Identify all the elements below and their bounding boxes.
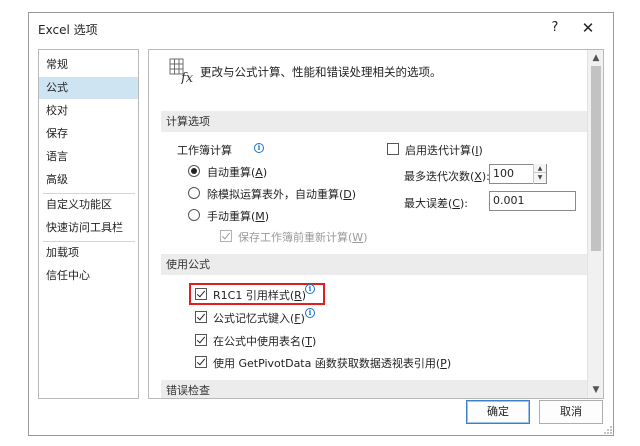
checkbox-getpivotdata[interactable] [195, 356, 207, 368]
checkbox-formula-autocomplete-label[interactable]: 公式记忆式键入(F) [213, 310, 305, 326]
checkbox-r1c1-label[interactable]: R1C1 引用样式(R) [213, 287, 306, 303]
radio-automatic[interactable] [188, 165, 200, 177]
radio-automatic-label[interactable]: 自动重算(A) [207, 164, 267, 180]
svg-text:fx: fx [180, 71, 194, 84]
info-icon[interactable]: i [254, 143, 264, 153]
checkbox-enable-iterative[interactable] [387, 143, 399, 155]
nav-item-customize-ribbon[interactable]: 自定义功能区 [39, 194, 138, 216]
radio-manual-label[interactable]: 手动重算(M) [207, 208, 269, 224]
info-icon[interactable]: i [305, 284, 315, 294]
ok-button[interactable]: 确定 [466, 400, 530, 424]
radio-automatic-except-tables[interactable] [188, 187, 200, 199]
radio-manual[interactable] [188, 209, 200, 221]
nav-item-formulas[interactable]: 公式 [39, 77, 138, 99]
options-nav: 常规 公式 校对 保存 语言 高级 自定义功能区 快速访问工具栏 加载项 信任中… [38, 49, 139, 399]
content-scrollbar[interactable]: ▲ ▼ [587, 50, 603, 398]
resize-grip-icon[interactable] [603, 425, 613, 435]
nav-item-advanced[interactable]: 高级 [39, 169, 138, 191]
max-iterations-value: 100 [493, 167, 514, 180]
intro-text: 更改与公式计算、性能和错误处理相关的选项。 [200, 65, 442, 79]
nav-item-general[interactable]: 常规 [39, 54, 138, 76]
nav-item-quick-access-toolbar[interactable]: 快速访问工具栏 [39, 217, 138, 239]
chevron-up-icon[interactable]: ▲ [588, 52, 604, 64]
checkbox-recalc-before-save [220, 230, 232, 242]
help-button[interactable]: ? [545, 17, 565, 39]
window-title: Excel 选项 [38, 23, 98, 37]
max-iterations-spinner[interactable]: ▲ ▼ [533, 164, 546, 184]
close-button[interactable]: ✕ [577, 17, 599, 39]
fx-formula-icon: fx [169, 58, 194, 84]
max-iterations-label: 最多迭代次数(X): [404, 170, 490, 183]
nav-item-language[interactable]: 语言 [39, 146, 138, 168]
checkbox-formula-autocomplete[interactable] [195, 311, 207, 323]
nav-item-save[interactable]: 保存 [39, 123, 138, 145]
max-change-value: 0.001 [493, 194, 525, 207]
max-iterations-input[interactable]: 100 ▲ ▼ [489, 164, 547, 184]
section-calculation-options: 计算选项 [161, 111, 591, 132]
nav-item-trust-center[interactable]: 信任中心 [39, 265, 138, 287]
checkbox-getpivotdata-label[interactable]: 使用 GetPivotData 函数获取数据透视表引用(P) [213, 355, 451, 371]
max-change-label: 最大误差(C): [404, 197, 468, 210]
title-bar: Excel 选项 ? ✕ [29, 13, 613, 43]
nav-item-add-ins[interactable]: 加载项 [39, 242, 138, 264]
section-error-checking: 错误检查 [161, 380, 591, 398]
checkbox-enable-iterative-label[interactable]: 启用迭代计算(I) [405, 142, 483, 158]
radio-automatic-except-tables-label[interactable]: 除模拟运算表外，自动重算(D) [207, 186, 356, 202]
checkbox-r1c1[interactable] [195, 288, 207, 300]
checkbox-table-names-label[interactable]: 在公式中使用表名(T) [213, 333, 316, 349]
excel-options-dialog: Excel 选项 ? ✕ 常规 公式 校对 保存 语言 高级 自定义功能区 快速… [28, 12, 614, 436]
max-change-input[interactable]: 0.001 [489, 191, 576, 211]
checkbox-table-names[interactable] [195, 334, 207, 346]
workbook-calculation-label: 工作簿计算 [177, 144, 232, 157]
options-content: fx 更改与公式计算、性能和错误处理相关的选项。 计算选项 工作簿计算 i 自动… [148, 49, 604, 399]
cancel-button[interactable]: 取消 [539, 400, 603, 424]
scroll-thumb[interactable] [591, 66, 601, 251]
section-working-with-formulas: 使用公式 [161, 254, 591, 275]
spin-up-icon[interactable]: ▲ [534, 164, 546, 173]
info-icon[interactable]: i [305, 308, 315, 318]
chevron-down-icon[interactable]: ▼ [588, 384, 604, 396]
checkbox-recalc-before-save-label: 保存工作簿前重新计算(W) [238, 231, 368, 244]
nav-item-proofing[interactable]: 校对 [39, 100, 138, 122]
spin-down-icon[interactable]: ▼ [534, 173, 546, 182]
